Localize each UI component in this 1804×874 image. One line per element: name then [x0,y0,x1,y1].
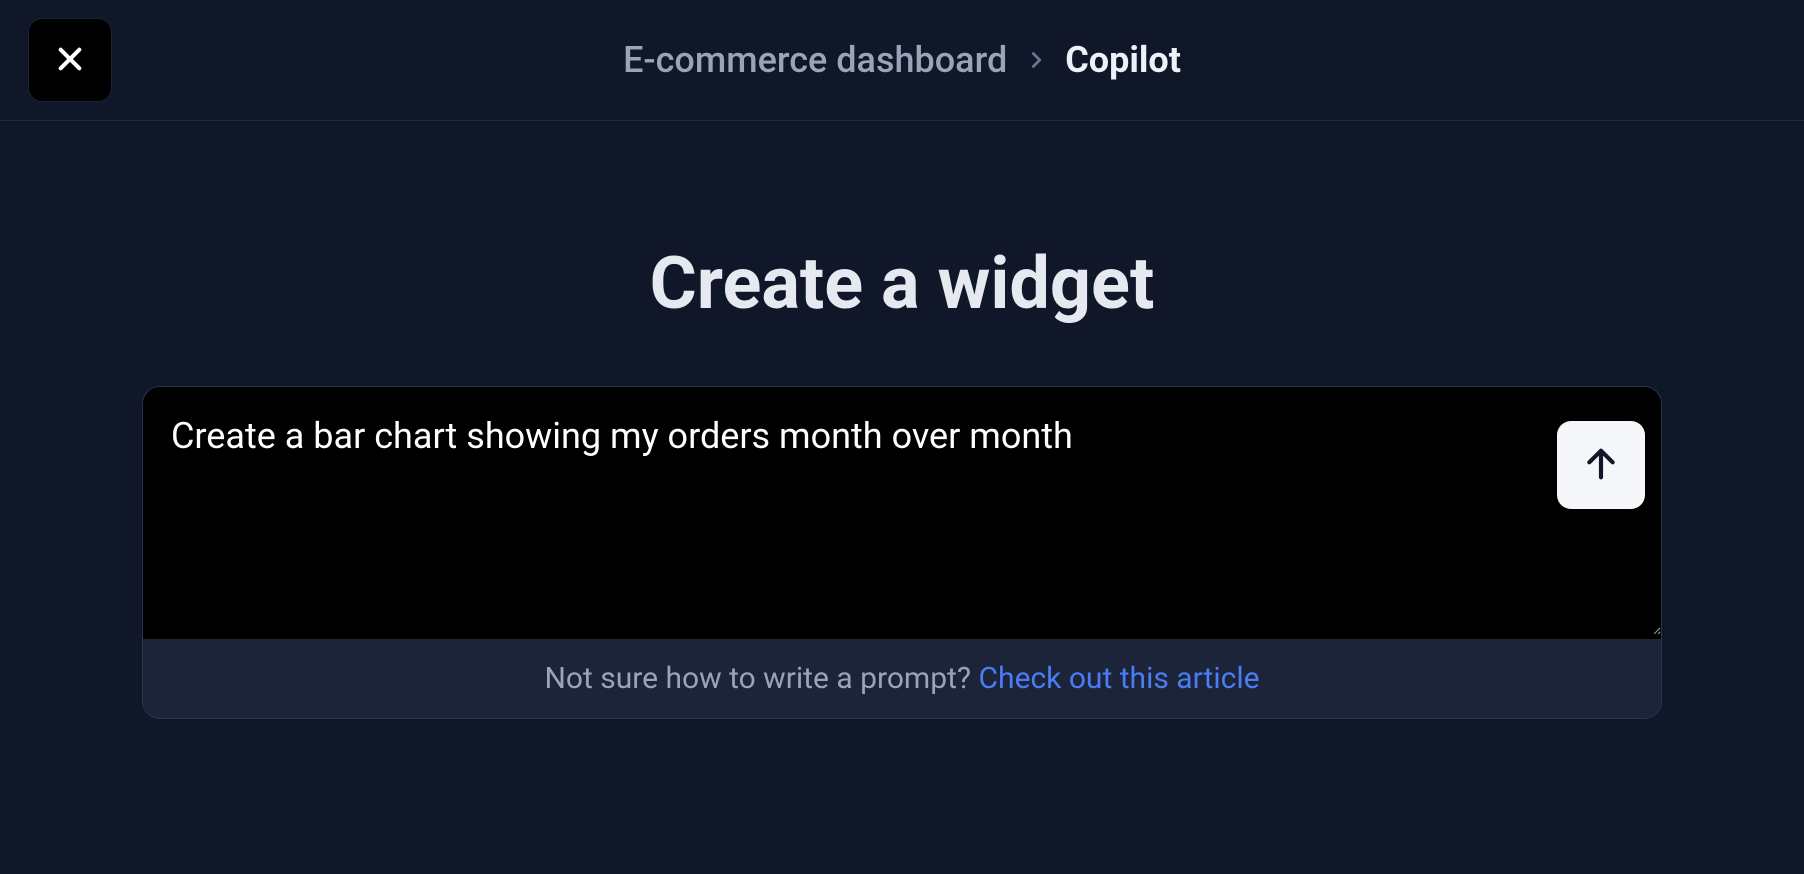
header: E-commerce dashboard Copilot [0,0,1804,121]
prompt-input[interactable] [143,387,1661,635]
page-title: Create a widget [142,241,1662,326]
submit-button[interactable] [1557,421,1645,509]
arrow-up-icon [1581,444,1621,487]
breadcrumb-parent[interactable]: E-commerce dashboard [623,39,1007,81]
prompt-container: Not sure how to write a prompt? Check ou… [142,386,1662,719]
breadcrumb: E-commerce dashboard Copilot [623,39,1181,81]
breadcrumb-current: Copilot [1065,39,1181,81]
prompt-footer-text: Not sure how to write a prompt? [544,661,978,696]
chevron-right-icon [1025,49,1047,71]
close-icon [54,43,86,78]
help-article-link[interactable]: Check out this article [979,661,1260,696]
close-button[interactable] [28,18,112,102]
prompt-footer: Not sure how to write a prompt? Check ou… [143,639,1661,718]
prompt-input-area [143,387,1661,639]
main-content: Create a widget Not sure how to write a … [122,121,1682,759]
